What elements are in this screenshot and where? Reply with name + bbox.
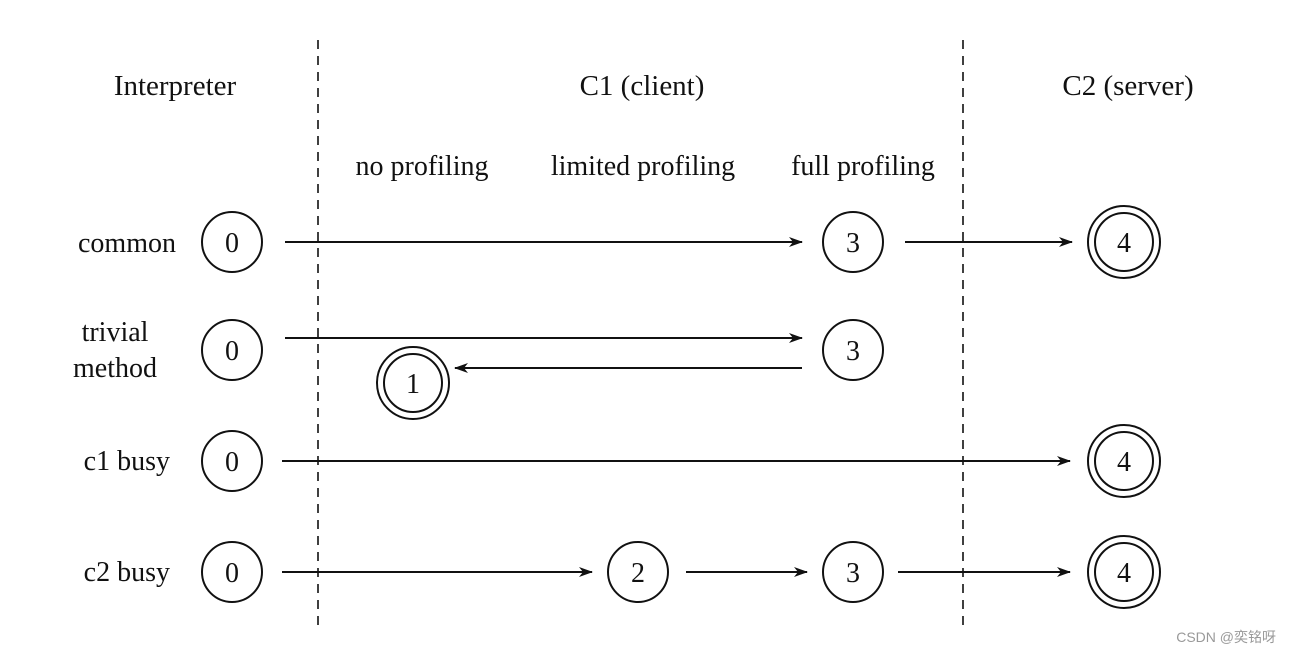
label-no-profiling: no profiling [356, 151, 489, 182]
label-limited-profiling: limited profiling [551, 151, 735, 182]
column-header-c2: C2 (server) [1062, 70, 1193, 102]
node-c2busy-level-2: 2 [607, 541, 669, 603]
row-label-c2-busy: c2 busy [84, 557, 170, 588]
svg-text:3: 3 [846, 336, 860, 367]
svg-text:0: 0 [225, 336, 239, 367]
row-label-trivial: trivial [82, 317, 149, 348]
node-trivial-level-1-final: 1 [376, 346, 450, 420]
svg-text:0: 0 [225, 558, 239, 589]
svg-text:4: 4 [1117, 558, 1131, 589]
label-full-profiling: full profiling [791, 151, 935, 182]
node-c1busy-level-4-final: 4 [1087, 424, 1161, 498]
svg-text:2: 2 [631, 558, 645, 589]
svg-text:4: 4 [1117, 228, 1131, 259]
node-c1busy-level-0: 0 [201, 430, 263, 492]
svg-text:0: 0 [225, 228, 239, 259]
svg-text:3: 3 [846, 228, 860, 259]
node-c2busy-level-4-final: 4 [1087, 535, 1161, 609]
svg-text:1: 1 [406, 369, 420, 400]
row-label-common: common [78, 228, 176, 259]
svg-text:3: 3 [846, 558, 860, 589]
node-common-level-4-final: 4 [1087, 205, 1161, 279]
svg-text:4: 4 [1117, 447, 1131, 478]
row-label-method: method [73, 353, 157, 384]
node-c2busy-level-0: 0 [201, 541, 263, 603]
watermark: CSDN @奕铭呀 [1176, 629, 1276, 645]
row-label-c1-busy: c1 busy [84, 446, 170, 477]
node-common-level-0: 0 [201, 211, 263, 273]
tiered-compilation-diagram: Interpreter C1 (client) C2 (server) no p… [73, 40, 1276, 645]
node-trivial-level-3: 3 [822, 319, 884, 381]
svg-text:0: 0 [225, 447, 239, 478]
column-header-interpreter: Interpreter [114, 70, 237, 102]
node-common-level-3: 3 [822, 211, 884, 273]
column-header-c1: C1 (client) [580, 70, 705, 102]
node-c2busy-level-3: 3 [822, 541, 884, 603]
node-trivial-level-0: 0 [201, 319, 263, 381]
